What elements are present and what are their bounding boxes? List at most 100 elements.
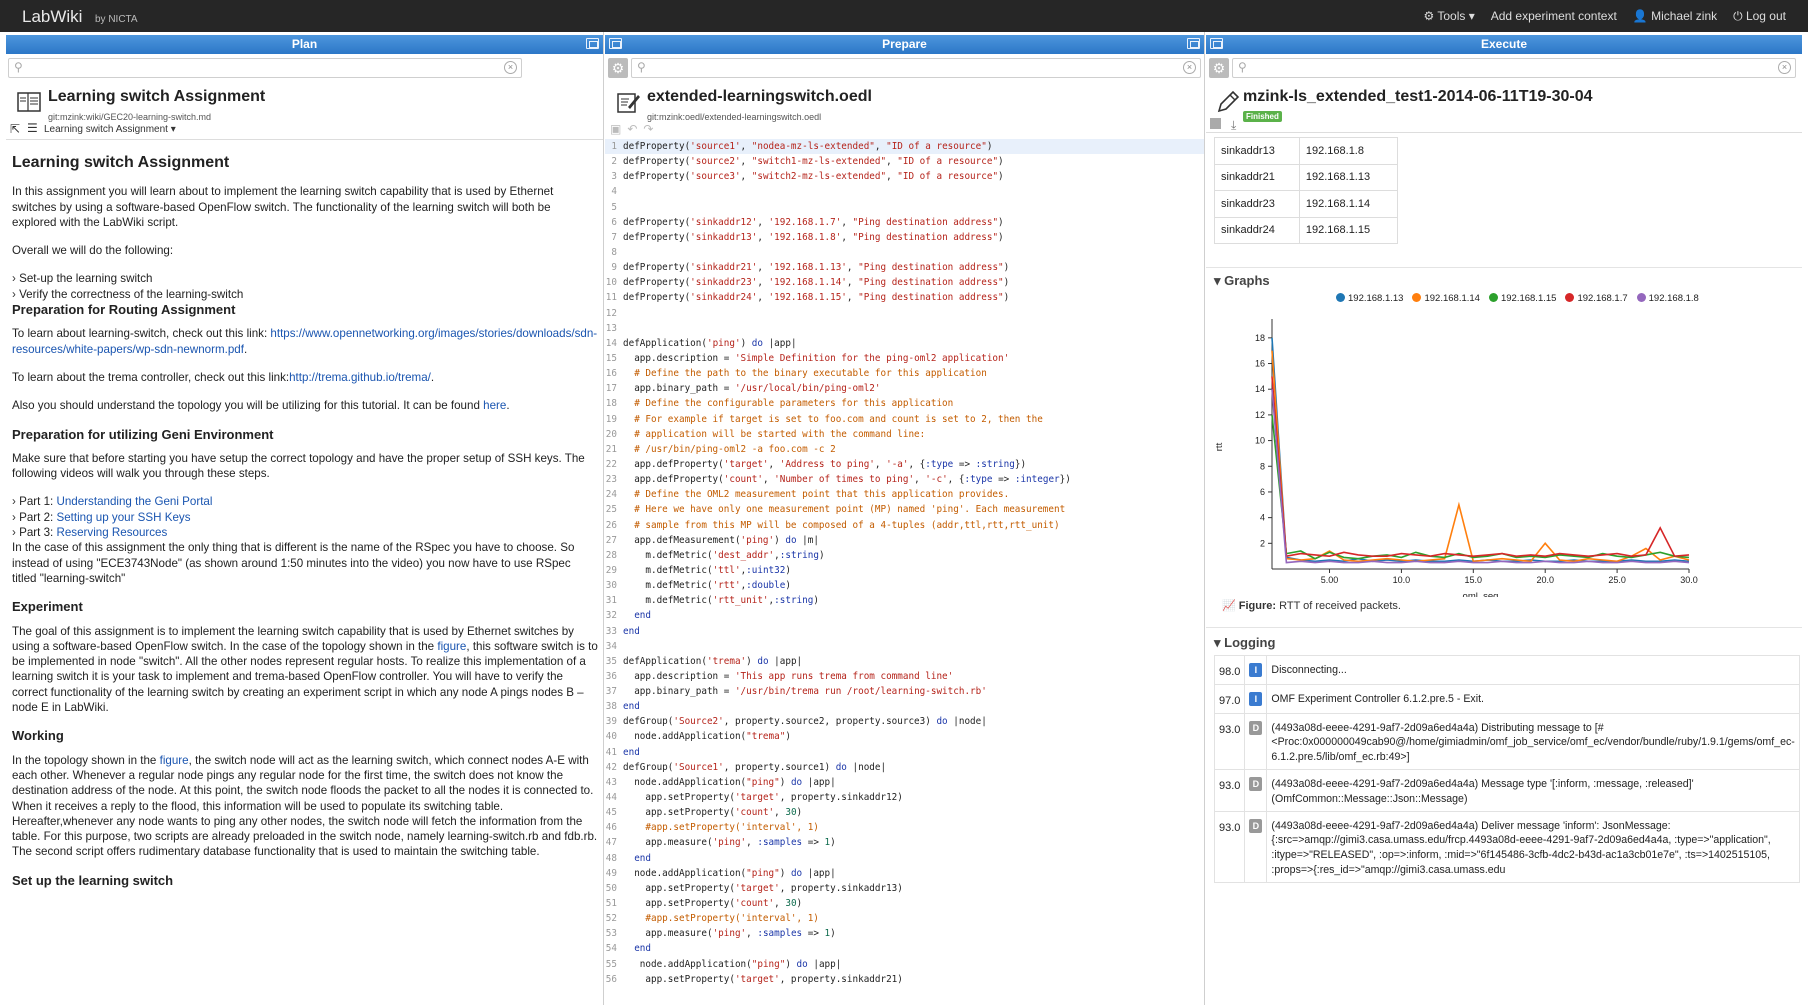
clear-icon[interactable]: × — [1183, 61, 1196, 74]
code-line[interactable]: 41 end — [605, 745, 1204, 760]
code-line[interactable]: 33 end — [605, 624, 1204, 639]
code-line[interactable]: 1 defProperty('source1', "nodea-mz-ls-ext… — [605, 139, 1204, 155]
video-list: Part 1: Understanding the Geni Portal Pa… — [12, 494, 598, 540]
code-line[interactable]: 31 m.defMetric('rtt_unit',:string) — [605, 593, 1204, 608]
code-line[interactable]: 8 — [605, 245, 1204, 260]
code-line[interactable]: 21 # /usr/bin/ping-oml2 -a foo.com -c 2 — [605, 442, 1204, 457]
code-line[interactable]: 51 app.setProperty('count', 30) — [605, 896, 1204, 911]
y-tick-label: 14 — [1255, 384, 1265, 394]
redo-icon[interactable]: ↷ — [643, 122, 653, 136]
code-line[interactable]: 46 #app.setProperty('interval', 1) — [605, 820, 1204, 835]
code-line[interactable]: 48 end — [605, 851, 1204, 866]
stop-icon[interactable] — [1210, 118, 1221, 129]
code-line[interactable]: 20 # application will be started with th… — [605, 427, 1204, 442]
collapse-icon[interactable] — [609, 38, 622, 49]
add-experiment-context-link[interactable]: Add experiment context — [1491, 9, 1617, 24]
execute-search-input[interactable]: ⚲ × — [1232, 58, 1796, 78]
code-line[interactable]: 29 m.defMetric('ttl',:uint32) — [605, 563, 1204, 578]
code-line[interactable]: 3 defProperty('source3', "switch2-mz-ls-e… — [605, 169, 1204, 184]
code-line[interactable]: 36 app.description = 'This app runs trem… — [605, 669, 1204, 684]
code-line[interactable]: 17 app.binary_path = '/usr/local/bin/pin… — [605, 381, 1204, 396]
legend-item[interactable]: 192.168.1.15 — [1488, 293, 1556, 304]
save-icon[interactable]: ▣ — [610, 122, 621, 136]
app-logo[interactable]: LabWiki — [22, 7, 82, 27]
video-link-ssh-keys[interactable]: Setting up your SSH Keys — [56, 511, 190, 524]
code-line[interactable]: 32 end — [605, 608, 1204, 623]
trema-link[interactable]: http://trema.github.io/trema/ — [289, 371, 431, 384]
gear-icon[interactable]: ⚙ — [608, 58, 628, 78]
code-line[interactable]: 14 defApplication('ping') do |app| — [605, 336, 1204, 351]
code-line[interactable]: 15 app.description = 'Simple Definition … — [605, 351, 1204, 366]
code-line[interactable]: 10 defProperty('sinkaddr23', '192.168.1.1… — [605, 275, 1204, 290]
code-line[interactable]: 34 — [605, 639, 1204, 654]
gear-icon[interactable]: ⚙ — [1209, 58, 1229, 78]
download-icon[interactable]: ⤓ — [1231, 118, 1236, 133]
code-line[interactable]: 37 app.binary_path = '/usr/bin/trema run… — [605, 684, 1204, 699]
code-line[interactable]: 50 app.setProperty('target', property.si… — [605, 881, 1204, 896]
undo-icon[interactable]: ↶ — [627, 122, 637, 136]
code-line[interactable]: 12 — [605, 306, 1204, 321]
prepare-search-input[interactable]: ⚲ × — [631, 58, 1201, 78]
code-line[interactable]: 40 node.addApplication("trema") — [605, 729, 1204, 744]
figure-link[interactable]: figure — [437, 640, 466, 653]
code-line[interactable]: 11 defProperty('sinkaddr24', '192.168.1.1… — [605, 290, 1204, 305]
code-line[interactable]: 18 # Define the configurable parameters … — [605, 396, 1204, 411]
code-line[interactable]: 43 node.addApplication("ping") do |app| — [605, 775, 1204, 790]
list-item: Part 2: Setting up your SSH Keys — [12, 510, 598, 525]
legend-item[interactable]: 192.168.1.7 — [1565, 293, 1628, 304]
code-line[interactable]: 49 node.addApplication("ping") do |app| — [605, 866, 1204, 881]
code-line[interactable]: 45 app.setProperty('count', 30) — [605, 805, 1204, 820]
code-line[interactable]: 24 # Define the OML2 measurement point t… — [605, 487, 1204, 502]
legend-item[interactable]: 192.168.1.14 — [1412, 293, 1480, 304]
clear-icon[interactable]: × — [504, 61, 517, 74]
maximize-icon[interactable] — [1187, 38, 1200, 49]
code-line[interactable]: 23 app.defProperty('count', 'Number of t… — [605, 472, 1204, 487]
code-line[interactable]: 22 app.defProperty('target', 'Address to… — [605, 457, 1204, 472]
figure-link[interactable]: figure — [160, 754, 189, 767]
execute-panel-title: Execute — [1480, 37, 1528, 51]
legend-item[interactable]: 192.168.1.8 — [1636, 293, 1699, 304]
video-link-geni-portal[interactable]: Understanding the Geni Portal — [56, 495, 212, 508]
code-line[interactable]: 35 defApplication('trema') do |app| — [605, 654, 1204, 669]
code-line[interactable]: 25 # Here we have only one measurement p… — [605, 502, 1204, 517]
code-line[interactable]: 55 node.addApplication("ping") do |app| — [605, 957, 1204, 972]
code-line[interactable]: 52 #app.setProperty('interval', 1) — [605, 911, 1204, 926]
code-line[interactable]: 54 end — [605, 941, 1204, 956]
code-line[interactable]: 4 — [605, 184, 1204, 199]
video-link-reserving[interactable]: Reserving Resources — [56, 526, 167, 539]
legend-item[interactable]: 192.168.1.13 — [1336, 293, 1403, 304]
list-icon[interactable]: ☰ — [27, 121, 38, 135]
clear-icon[interactable]: × — [1778, 61, 1791, 74]
code-line[interactable]: 56 app.setProperty('target', property.si… — [605, 972, 1204, 987]
code-line[interactable]: 47 app.measure('ping', :samples => 1) — [605, 835, 1204, 850]
code-line[interactable]: 28 m.defMetric('dest_addr',:string) — [605, 548, 1204, 563]
code-line[interactable]: 30 m.defMetric('rtt',:double) — [605, 578, 1204, 593]
topology-link[interactable]: here — [483, 399, 506, 412]
open-external-icon[interactable]: ⇱ — [10, 122, 20, 136]
logout-link[interactable]: ⏻ Log out — [1733, 9, 1786, 24]
code-editor[interactable]: 1 defProperty('source1', "nodea-mz-ls-ext… — [605, 139, 1204, 987]
code-line[interactable]: 5 — [605, 200, 1204, 215]
code-line[interactable]: 44 app.setProperty('target', property.si… — [605, 790, 1204, 805]
user-menu[interactable]: 👤 Michael zink — [1633, 9, 1717, 24]
code-line[interactable]: 26 # sample from this MP will be compose… — [605, 518, 1204, 533]
maximize-icon[interactable] — [586, 38, 599, 49]
code-line[interactable]: 13 — [605, 321, 1204, 336]
code-line[interactable]: 38 end — [605, 699, 1204, 714]
code-line[interactable]: 7 defProperty('sinkaddr13', '192.168.1.8'… — [605, 230, 1204, 245]
code-line[interactable]: 27 app.defMeasurement('ping') do |m| — [605, 533, 1204, 548]
code-line[interactable]: 2 defProperty('source2', "switch1-mz-ls-e… — [605, 154, 1204, 169]
logging-section-toggle[interactable]: ▾ Logging — [1214, 635, 1275, 651]
toc-dropdown[interactable]: Learning switch Assignment ▾ — [44, 124, 176, 135]
code-line[interactable]: 19 # For example if target is set to foo… — [605, 412, 1204, 427]
code-line[interactable]: 39 defGroup('Source2', property.source2, … — [605, 714, 1204, 729]
code-line[interactable]: 6 defProperty('sinkaddr12', '192.168.1.7'… — [605, 215, 1204, 230]
plan-search-input[interactable]: ⚲ × — [8, 58, 522, 78]
graphs-section-toggle[interactable]: ▾ Graphs — [1214, 273, 1270, 289]
collapse-icon[interactable] — [1210, 38, 1223, 49]
code-line[interactable]: 42 defGroup('Source1', property.source1) … — [605, 760, 1204, 775]
code-line[interactable]: 16 # Define the path to the binary execu… — [605, 366, 1204, 381]
code-line[interactable]: 9 defProperty('sinkaddr21', '192.168.1.13… — [605, 260, 1204, 275]
tools-menu[interactable]: ⚙ Tools ▾ — [1423, 9, 1474, 24]
code-line[interactable]: 53 app.measure('ping', :samples => 1) — [605, 926, 1204, 941]
